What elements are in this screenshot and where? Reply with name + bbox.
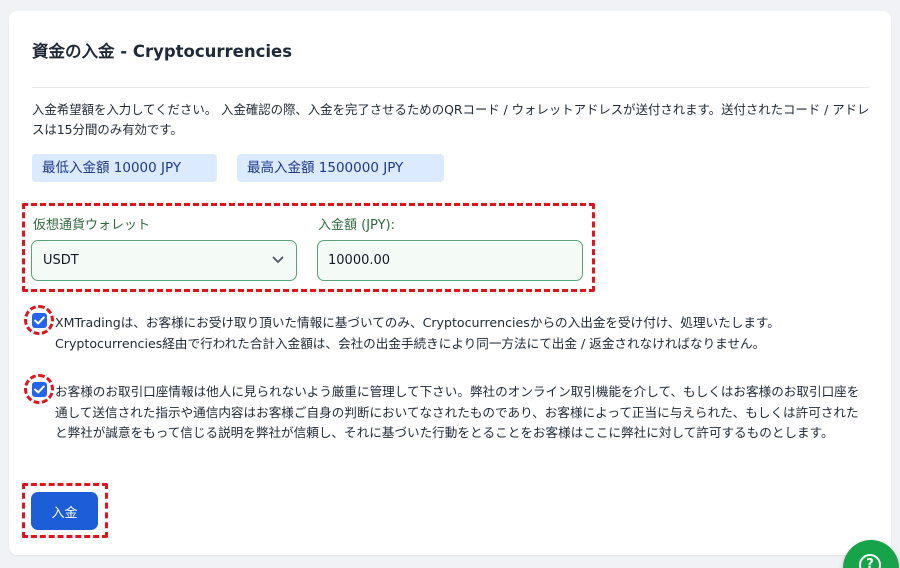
- amount-label: 入金額 (JPY):: [318, 218, 395, 233]
- chevron-down-icon: [272, 256, 284, 263]
- agreement-checkbox-2[interactable]: [32, 382, 47, 397]
- check-icon: [34, 385, 45, 394]
- min-deposit-badge: 最低入金額 10000 JPY: [32, 154, 217, 182]
- wallet-select-value: USDT: [43, 253, 79, 268]
- agreement-text-2: お客様のお取引口座情報は他人に見られないよう厳重に管理して下さい。弊社のオンライ…: [55, 384, 860, 440]
- check-icon: [34, 316, 45, 325]
- wallet-label: 仮想通貨ウォレット: [33, 218, 151, 233]
- agreement-checkbox-1[interactable]: [32, 313, 47, 328]
- agreement-text-1: XMTradingは、お客様にお受け取り頂いた情報に基づいてのみ、Cryptoc…: [55, 315, 780, 351]
- deposit-instructions: 入金希望額を入力してください。 入金確認の際、入金を完了させるためのQRコード …: [32, 102, 870, 137]
- max-deposit-badge: 最高入金額 1500000 JPY: [237, 154, 444, 182]
- page-title: 資金の入金 - Cryptocurrencies: [32, 42, 293, 61]
- wallet-select[interactable]: USDT: [31, 240, 297, 281]
- deposit-card: [9, 11, 891, 555]
- divider: [32, 87, 869, 88]
- amount-input[interactable]: [317, 240, 583, 281]
- help-icon: ?: [859, 554, 881, 568]
- deposit-submit-button[interactable]: 入金: [31, 492, 98, 530]
